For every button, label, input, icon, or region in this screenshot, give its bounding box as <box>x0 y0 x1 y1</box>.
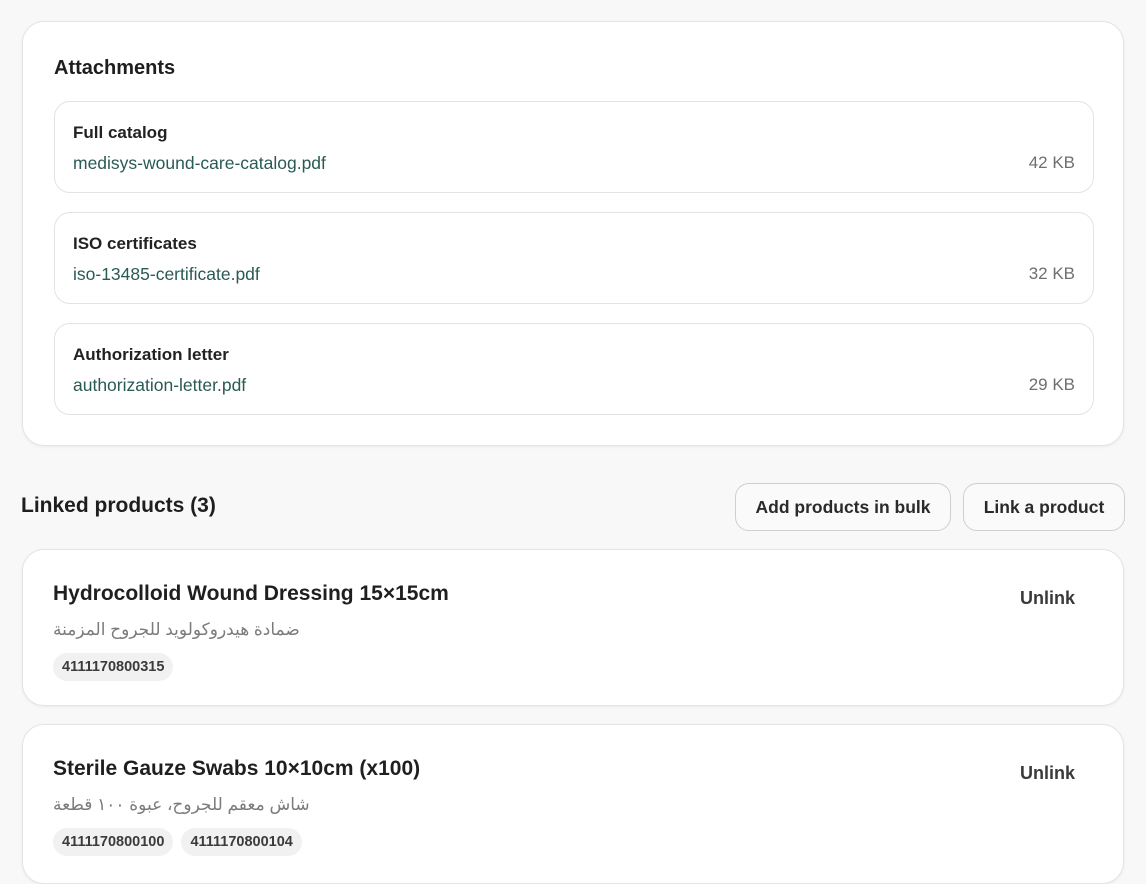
attachments-title: Attachments <box>54 57 176 79</box>
link-product-button[interactable]: Link a product <box>963 483 1125 531</box>
attachment-item: Authorization letter authorization-lette… <box>54 323 1094 415</box>
linked-product-card: Hydrocolloid Wound Dressing 15×15cm ضماد… <box>22 549 1124 706</box>
linked-product-card: Sterile Gauze Swabs 10×10cm (x100) شاش م… <box>22 724 1124 884</box>
attachment-item: ISO certificates iso-13485-certificate.p… <box>54 212 1094 304</box>
attachment-size: 29 KB <box>1028 375 1075 394</box>
unlink-button[interactable]: Unlink <box>1020 763 1075 784</box>
barcode-list: 4111170800100 4111170800104 <box>53 828 302 856</box>
attachment-label: ISO certificates <box>73 234 197 253</box>
attachment-size: 32 KB <box>1028 264 1075 283</box>
linked-products-title: Linked products (3) <box>21 494 216 517</box>
attachment-size: 42 KB <box>1028 153 1075 172</box>
barcode-badge: 4111170800315 <box>53 653 174 681</box>
attachment-item: Full catalog medisys-wound-care-catalog.… <box>54 101 1094 193</box>
attachment-label: Full catalog <box>73 123 168 142</box>
attachment-file-link[interactable]: medisys-wound-care-catalog.pdf <box>73 153 326 174</box>
barcode-list: 4111170800315 <box>53 653 174 681</box>
barcode-badge: 4111170800100 <box>53 828 174 856</box>
barcode-badge: 4111170800104 <box>181 828 302 856</box>
product-arabic-name: شاش معقم للجروح، عبوة ١٠٠ قطعة <box>53 795 310 814</box>
product-name: Sterile Gauze Swabs 10×10cm (x100) <box>53 757 421 780</box>
add-products-bulk-button[interactable]: Add products in bulk <box>735 483 951 531</box>
unlink-button[interactable]: Unlink <box>1020 588 1075 609</box>
attachment-file-link[interactable]: iso-13485-certificate.pdf <box>73 264 260 285</box>
attachment-label: Authorization letter <box>73 345 229 364</box>
attachments-card: Attachments Full catalog medisys-wound-c… <box>22 21 1124 446</box>
product-arabic-name: ضمادة هيدروكولويد للجروح المزمنة <box>53 620 300 639</box>
product-name: Hydrocolloid Wound Dressing 15×15cm <box>53 582 449 605</box>
attachment-file-link[interactable]: authorization-letter.pdf <box>73 375 246 396</box>
